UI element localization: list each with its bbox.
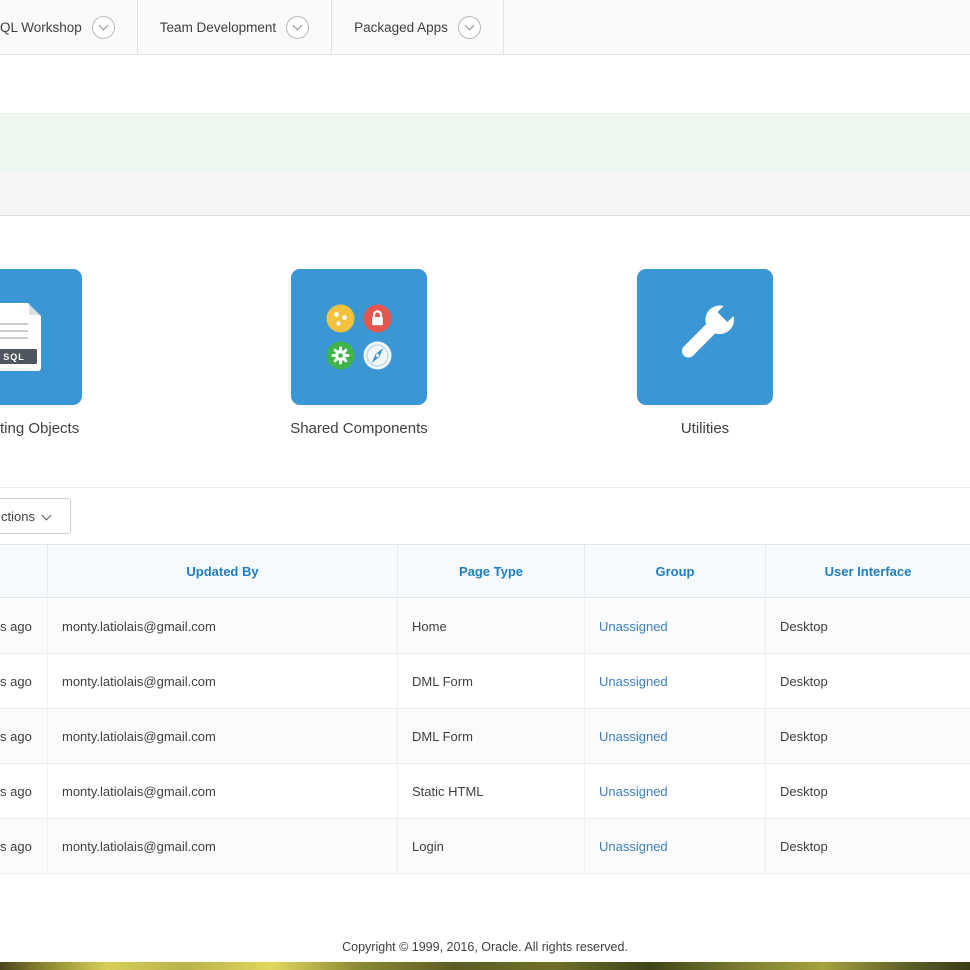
cookie-icon [326,304,355,333]
group-link[interactable]: Unassigned [599,674,668,689]
tile-label-shared-components[interactable]: Shared Components [259,420,459,437]
background-photo-strip [0,962,970,970]
table-row: s ago monty.latiolais@gmail.com Login Un… [0,819,970,874]
tile-label-utilities[interactable]: Utilities [637,420,773,437]
page-fold-cut [28,303,41,316]
cell-updated-by: monty.latiolais@gmail.com [48,819,398,873]
sql-badge: SQL [0,349,37,364]
apex-builder-page: QL Workshop Team Development Packaged Ap… [0,0,970,970]
cell-updated: s ago [0,654,48,708]
success-banner-region [0,113,970,172]
cell-user-interface: Desktop [780,673,828,689]
cell-user-interface: Desktop [780,618,828,634]
cell-user-interface: Desktop [780,838,828,854]
group-link[interactable]: Unassigned [599,619,668,634]
table-row: s ago monty.latiolais@gmail.com DML Form… [0,709,970,764]
tile-label-supporting-objects[interactable]: ting Objects [0,420,79,437]
column-header-updated-by[interactable]: Updated By [48,545,398,597]
cell-page-type: Static HTML [398,764,585,818]
tile-supporting-objects[interactable]: SQL [0,269,82,405]
shared-components-icon [326,304,393,371]
cell-updated: s ago [0,709,48,763]
nav-tab-packaged-apps[interactable]: Packaged Apps [332,0,504,54]
cell-updated-by: monty.latiolais@gmail.com [48,764,398,818]
cell-updated: s ago [0,599,48,653]
top-navbar: QL Workshop Team Development Packaged Ap… [0,0,970,55]
cell-user-interface: Desktop [780,728,828,744]
lock-icon [363,304,392,333]
nav-tab-label: Team Development [159,19,277,35]
chevron-down-icon [98,20,109,31]
column-header-updated-cropped[interactable] [0,545,48,597]
table-row: s ago monty.latiolais@gmail.com Static H… [0,764,970,819]
actions-button-label: ctions [1,508,35,524]
table-row: s ago monty.latiolais@gmail.com Home Una… [0,599,970,654]
column-header-page-type[interactable]: Page Type [398,545,585,597]
nav-tab-team-development[interactable]: Team Development [138,0,333,54]
nav-tab-label: Packaged Apps [354,19,448,35]
chevron-down-circle-icon[interactable] [91,15,115,39]
cell-updated-by: monty.latiolais@gmail.com [48,599,398,653]
gear-icon [326,341,355,370]
compass-icon [363,341,392,370]
column-header-group[interactable]: Group [585,545,766,597]
cell-updated-by: monty.latiolais@gmail.com [48,709,398,763]
cell-updated-by: monty.latiolais@gmail.com [48,654,398,708]
cell-user-interface: Desktop [780,783,828,799]
column-header-user-interface[interactable]: User Interface [766,545,970,597]
table-row: s ago monty.latiolais@gmail.com DML Form… [0,654,970,709]
cell-updated: s ago [0,764,48,818]
document-lines [0,323,28,344]
cell-page-type: Login [398,819,585,873]
group-link[interactable]: Unassigned [599,839,668,854]
actions-menu-button[interactable]: ctions [0,498,71,534]
chevron-down-circle-icon[interactable] [457,15,481,39]
nav-tab-sql-workshop[interactable]: QL Workshop [0,0,138,54]
cell-page-type: Home [398,599,585,653]
chevron-down-circle-icon[interactable] [286,15,310,39]
sql-document-icon: SQL [0,303,41,371]
tile-utilities[interactable] [637,269,773,405]
chevron-down-icon [41,510,52,520]
chevron-down-icon [464,20,475,31]
cell-page-type: DML Form [398,709,585,763]
cell-updated: s ago [0,819,48,873]
report-body: s ago monty.latiolais@gmail.com Home Una… [0,599,970,874]
chevron-down-icon [292,20,303,31]
group-link[interactable]: Unassigned [599,729,668,744]
tile-shared-components[interactable] [291,269,427,405]
report-top-divider [0,487,970,488]
group-link[interactable]: Unassigned [599,784,668,799]
title-bar-region [0,171,970,216]
report-header-row: Updated By Page Type Group User Interfac… [0,544,970,598]
nav-tab-label: QL Workshop [0,19,82,35]
copyright-text: Copyright © 1999, 2016, Oracle. All righ… [342,940,628,954]
wrench-icon [666,296,744,379]
cell-page-type: DML Form [398,654,585,708]
